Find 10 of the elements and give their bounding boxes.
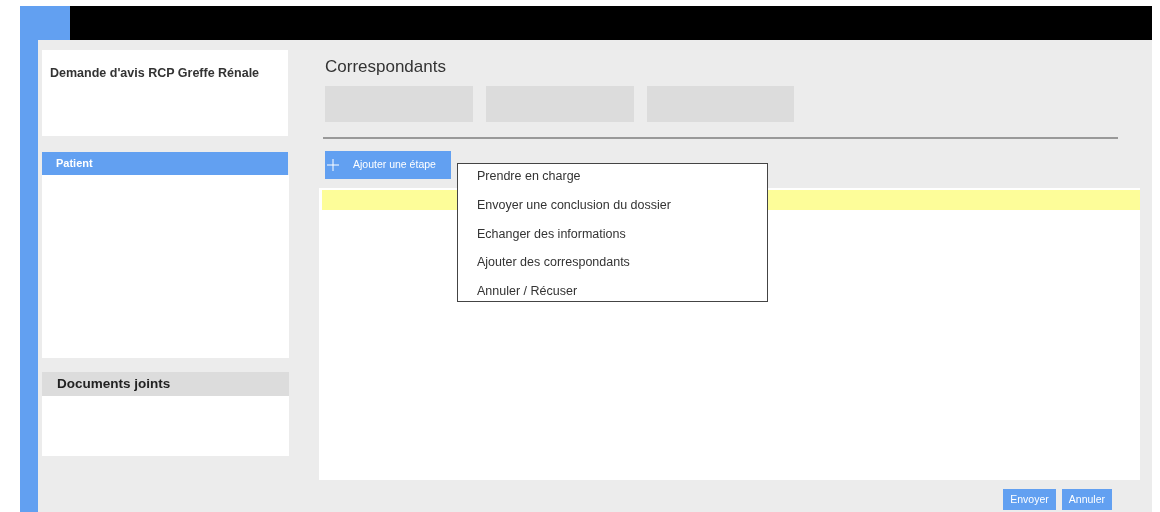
- menu-item[interactable]: Ajouter des correspondants: [477, 254, 767, 271]
- section-title: Correspondants: [324, 56, 447, 78]
- page-title: Demande d'avis RCP Greffe Rénale: [50, 65, 261, 82]
- menu-item[interactable]: Envoyer une conclusion du dossier: [477, 196, 767, 213]
- section-header: Documents joints: [42, 372, 289, 396]
- menu-item[interactable]: Annuler / Récuser: [477, 283, 767, 299]
- section-header: Patient: [42, 152, 288, 175]
- menu-item[interactable]: Prendre en charge: [477, 168, 767, 184]
- menu-item[interactable]: Echanger des informations: [477, 225, 767, 242]
- plus-icon: [327, 159, 339, 171]
